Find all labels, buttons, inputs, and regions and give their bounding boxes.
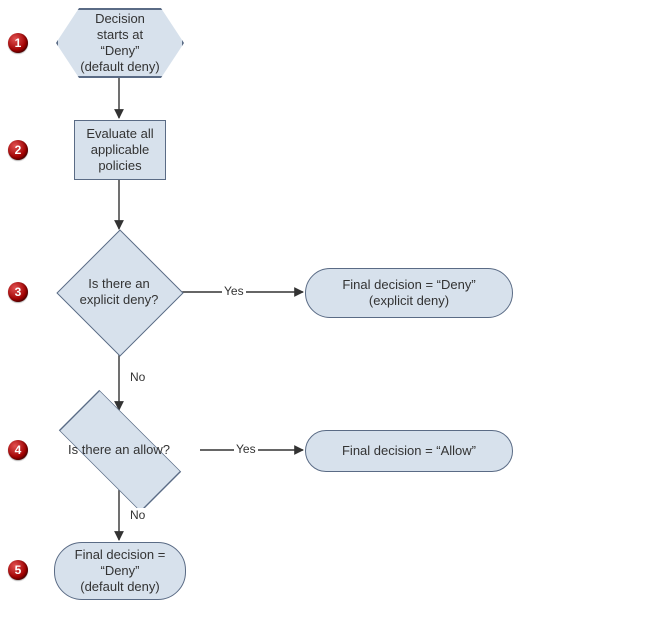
node-allow-question: Is there an allow?: [38, 410, 200, 490]
step-badge-1: 1: [8, 33, 28, 53]
node-evaluate-label: Evaluate allapplicablepolicies: [80, 122, 159, 179]
node-explicit-deny-question: Is there anexplicit deny?: [56, 229, 182, 355]
step-badge-3: 3: [8, 282, 28, 302]
flowchart-canvas: 1 2 3 4 5 Decisionstarts at“Deny”(defaul…: [0, 0, 661, 618]
step-badge-5: 5: [8, 560, 28, 580]
node-final-default-deny: Final decision =“Deny”(default deny): [54, 542, 186, 600]
node-final-allow: Final decision = “Allow”: [305, 430, 513, 472]
node-start-default-deny: Decisionstarts at“Deny”(default deny): [56, 8, 184, 78]
node-evaluate-policies: Evaluate allapplicablepolicies: [74, 120, 166, 180]
edge-label-no-1: No: [128, 370, 147, 384]
node-final-explicit-deny-label: Final decision = “Deny”(explicit deny): [336, 273, 481, 314]
node-allow-label: Is there an allow?: [68, 442, 170, 458]
edge-label-yes-1: Yes: [222, 284, 246, 298]
node-explicit-deny-label: Is there anexplicit deny?: [80, 276, 159, 309]
node-final-allow-label: Final decision = “Allow”: [336, 439, 482, 463]
edge-label-no-2: No: [128, 508, 147, 522]
node-final-explicit-deny: Final decision = “Deny”(explicit deny): [305, 268, 513, 318]
edge-label-yes-2: Yes: [234, 442, 258, 456]
node-start-label: Decisionstarts at“Deny”(default deny): [74, 7, 166, 80]
step-badge-4: 4: [8, 440, 28, 460]
node-final-default-deny-label: Final decision =“Deny”(default deny): [69, 543, 172, 600]
step-badge-2: 2: [8, 140, 28, 160]
